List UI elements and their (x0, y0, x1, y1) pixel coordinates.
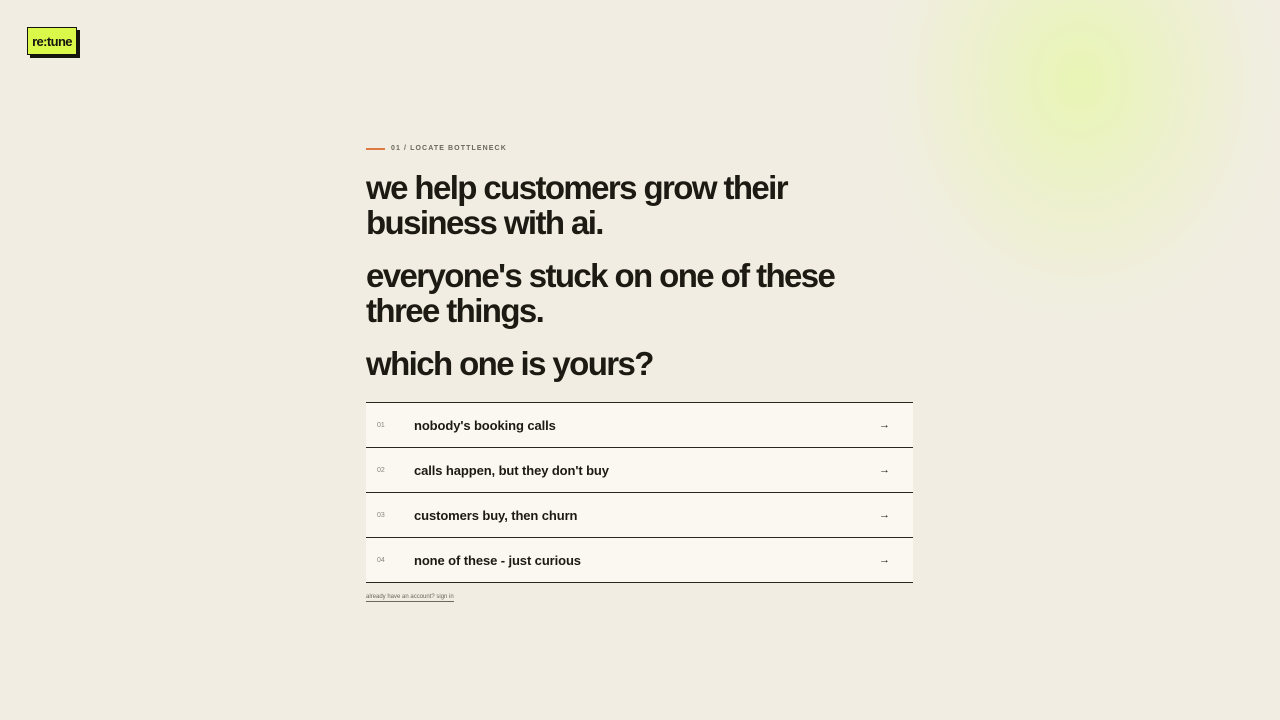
option-just-curious[interactable]: 04 none of these - just curious → (366, 538, 913, 583)
options-list: 01 nobody's booking calls → 02 calls hap… (366, 402, 913, 583)
headline-intro: we help customers grow their business wi… (366, 169, 789, 241)
sign-in-link[interactable]: already have an account? sign in (366, 594, 454, 602)
logo[interactable]: re:tune (27, 27, 77, 55)
arrow-right-icon: → (879, 419, 890, 431)
option-label: nobody's booking calls (414, 417, 556, 433)
background-glow (880, 0, 1280, 320)
option-label: customers buy, then churn (414, 507, 578, 523)
headline-problem: everyone's stuck on one of these three t… (366, 257, 836, 329)
arrow-right-icon: → (879, 509, 890, 521)
headline-question: which one is yours? (366, 345, 654, 382)
arrow-right-icon: → (879, 554, 890, 566)
main-content: 01 / LOCATE BOTTLENECK we help customers… (366, 140, 913, 603)
step-label: 01 / LOCATE BOTTLENECK (391, 144, 507, 152)
step-eyebrow: 01 / LOCATE BOTTLENECK (366, 140, 913, 156)
option-nobody-booking-calls[interactable]: 01 nobody's booking calls → (366, 403, 913, 448)
option-number: 01 (377, 421, 385, 429)
option-customers-churn[interactable]: 03 customers buy, then churn → (366, 493, 913, 538)
option-number: 04 (377, 556, 385, 564)
eyebrow-accent-line (366, 148, 385, 150)
option-label: calls happen, but they don't buy (414, 462, 609, 478)
option-number: 03 (377, 511, 385, 519)
option-label: none of these - just curious (414, 552, 581, 568)
option-number: 02 (377, 466, 385, 474)
arrow-right-icon: → (879, 464, 890, 476)
option-calls-no-buy[interactable]: 02 calls happen, but they don't buy → (366, 448, 913, 493)
